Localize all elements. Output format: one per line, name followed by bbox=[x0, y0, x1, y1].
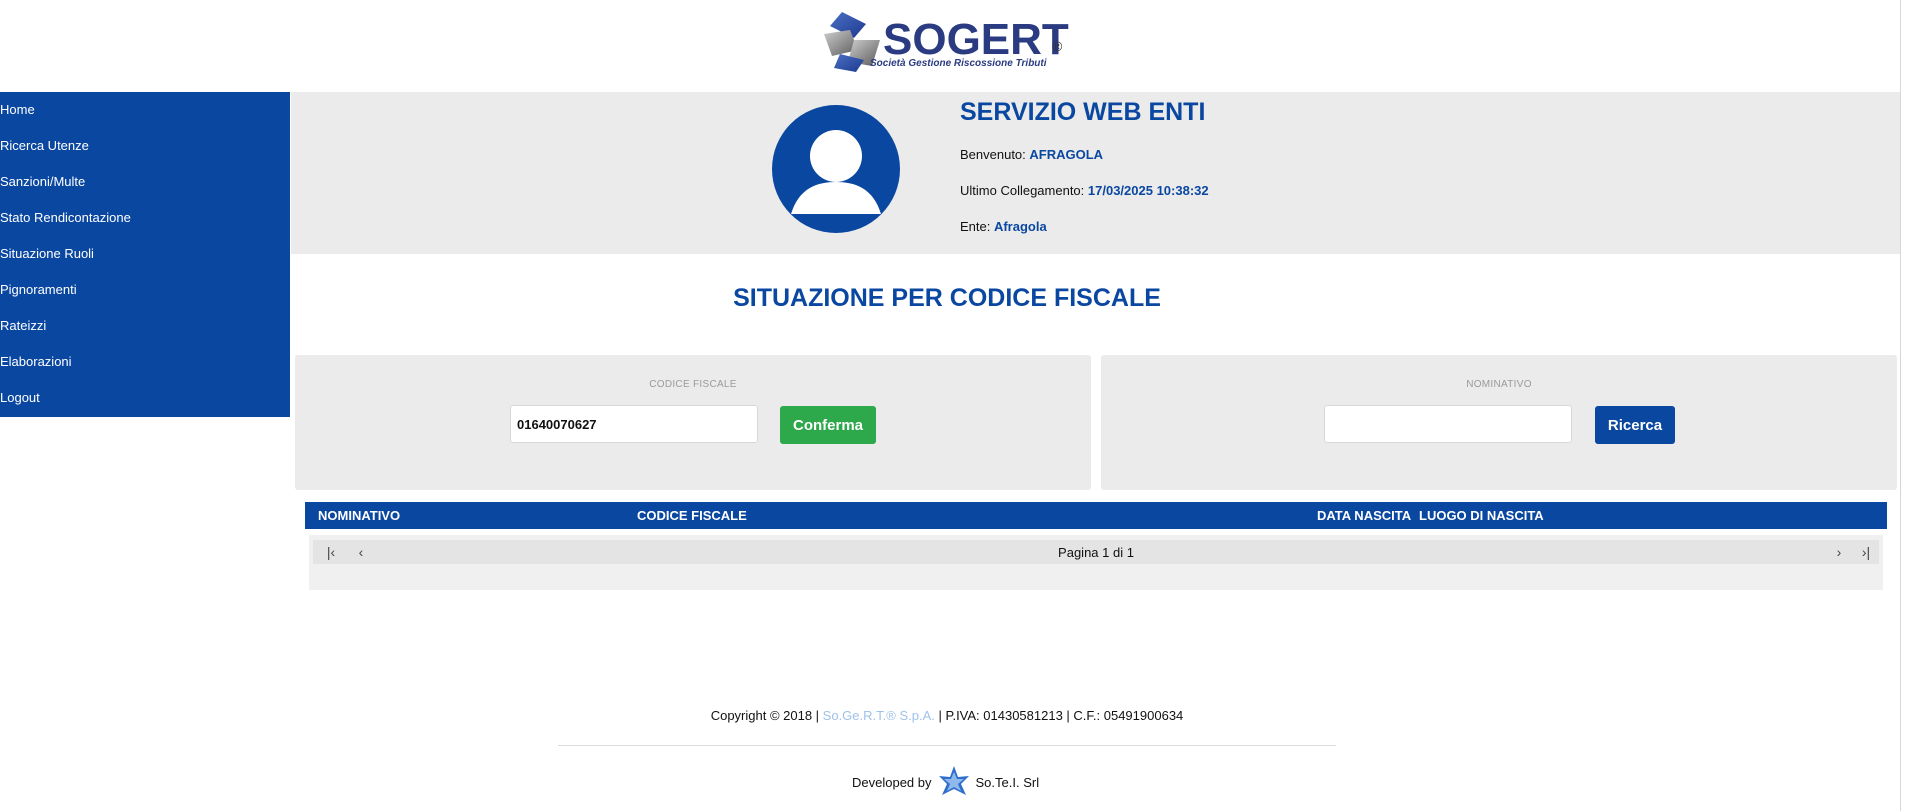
codice-fiscale-panel: CODICE FISCALE Conferma bbox=[295, 355, 1091, 490]
page-title: SITUAZIONE PER CODICE FISCALE bbox=[733, 284, 1161, 312]
nominativo-panel: NOMINATIVO Ricerca bbox=[1101, 355, 1897, 490]
sidebar-item-label: Stato Rendicontazione bbox=[0, 210, 131, 225]
sidebar-item-sanzioni-multe[interactable]: Sanzioni/Multe bbox=[0, 164, 290, 200]
next-page-icon[interactable]: › bbox=[1828, 540, 1850, 564]
sidebar-item-logout[interactable]: Logout bbox=[0, 380, 290, 416]
last-login-line: Ultimo Collegamento: 17/03/2025 10:38:32 bbox=[960, 183, 1209, 198]
nominativo-label: NOMINATIVO bbox=[1466, 379, 1532, 390]
sidebar-item-label: Sanzioni/Multe bbox=[0, 174, 86, 189]
ricerca-button[interactable]: Ricerca bbox=[1595, 406, 1675, 444]
sidebar-item-situazione-ruoli[interactable]: Situazione Ruoli bbox=[0, 236, 290, 272]
pager: |‹ ‹ Pagina 1 di 1 › ›| bbox=[313, 540, 1879, 564]
sotel-logo-icon bbox=[938, 766, 969, 795]
sidebar-item-label: Logout bbox=[0, 390, 40, 405]
sidebar-item-ricerca-utenze[interactable]: Ricerca Utenze bbox=[0, 128, 290, 164]
welcome-label: Benvenuto: bbox=[960, 147, 1030, 162]
welcome-line: Benvenuto: AFRAGOLA bbox=[960, 147, 1103, 162]
conferma-button[interactable]: Conferma bbox=[780, 406, 876, 444]
logo-wordmark: SOGERT bbox=[883, 15, 1069, 64]
logo-registered-mark: ® bbox=[1052, 38, 1063, 54]
sidebar-item-stato-rendicontazione[interactable]: Stato Rendicontazione bbox=[0, 200, 290, 236]
column-header-luogo-nascita[interactable]: LUOGO DI NASCITA bbox=[1419, 508, 1544, 523]
page-right-border bbox=[1900, 0, 1901, 811]
service-title: SERVIZIO WEB ENTI bbox=[960, 98, 1206, 126]
ente-label: Ente: bbox=[960, 219, 994, 234]
developer-name: So.Te.I. Srl bbox=[975, 774, 1040, 790]
logo-tagline: Società Gestione Riscossione Tributi bbox=[870, 58, 1047, 69]
column-header-codice-fiscale[interactable]: CODICE FISCALE bbox=[637, 508, 747, 523]
profile-panel: SERVIZIO WEB ENTI Benvenuto: AFRAGOLA Ul… bbox=[291, 92, 1900, 254]
footer-divider bbox=[558, 745, 1336, 746]
sidebar-item-rateizzi[interactable]: Rateizzi bbox=[0, 308, 290, 344]
welcome-value: AFRAGOLA bbox=[1029, 147, 1104, 162]
sidebar-item-label: Situazione Ruoli bbox=[0, 246, 94, 261]
last-login-value: 17/03/2025 10:38:32 bbox=[1087, 183, 1209, 198]
copyright-suffix: | P.IVA: 01430581213 | C.F.: 05491900634 bbox=[934, 708, 1184, 723]
ente-line: Ente: Afragola bbox=[960, 219, 1047, 234]
developed-by-label: Developed by bbox=[852, 774, 932, 790]
footer-developed-by: Developed by So.Te.I. Srl bbox=[852, 764, 1039, 800]
codice-fiscale-input[interactable] bbox=[510, 405, 758, 443]
sidebar-item-label: Ricerca Utenze bbox=[0, 138, 89, 153]
column-header-nominativo[interactable]: NOMINATIVO bbox=[318, 508, 400, 523]
pager-status: Pagina 1 di 1 bbox=[1058, 545, 1134, 560]
user-silhouette-icon bbox=[772, 105, 900, 233]
sidebar-item-home[interactable]: Home bbox=[0, 92, 290, 128]
ente-value: Afragola bbox=[993, 219, 1047, 234]
copyright-prefix: Copyright © 2018 | bbox=[710, 708, 823, 723]
sidebar-item-elaborazioni[interactable]: Elaborazioni bbox=[0, 344, 290, 380]
sidebar-item-label: Home bbox=[0, 102, 35, 117]
footer-copyright: Copyright © 2018 | So.Ge.R.T.® S.p.A. | … bbox=[0, 708, 1894, 723]
nominativo-input[interactable] bbox=[1324, 405, 1572, 443]
results-table-header: NOMINATIVO CODICE FISCALE DATA NASCITA L… bbox=[305, 502, 1887, 529]
sidebar-item-label: Rateizzi bbox=[0, 318, 47, 333]
results-table-body: |‹ ‹ Pagina 1 di 1 › ›| bbox=[309, 535, 1883, 590]
sogert-logo: SOGERT ® Società Gestione Riscossione Tr… bbox=[820, 8, 1080, 76]
company-link[interactable]: So.Ge.R.T.® S.p.A. bbox=[823, 708, 935, 723]
sidebar-item-label: Elaborazioni bbox=[0, 354, 72, 369]
column-header-data-nascita[interactable]: DATA NASCITA bbox=[1317, 508, 1411, 523]
codice-fiscale-label: CODICE FISCALE bbox=[649, 379, 737, 390]
sidebar: Home Ricerca Utenze Sanzioni/Multe Stato… bbox=[0, 92, 290, 417]
last-page-icon[interactable]: ›| bbox=[1855, 540, 1877, 564]
last-login-label: Ultimo Collegamento: bbox=[960, 183, 1088, 198]
